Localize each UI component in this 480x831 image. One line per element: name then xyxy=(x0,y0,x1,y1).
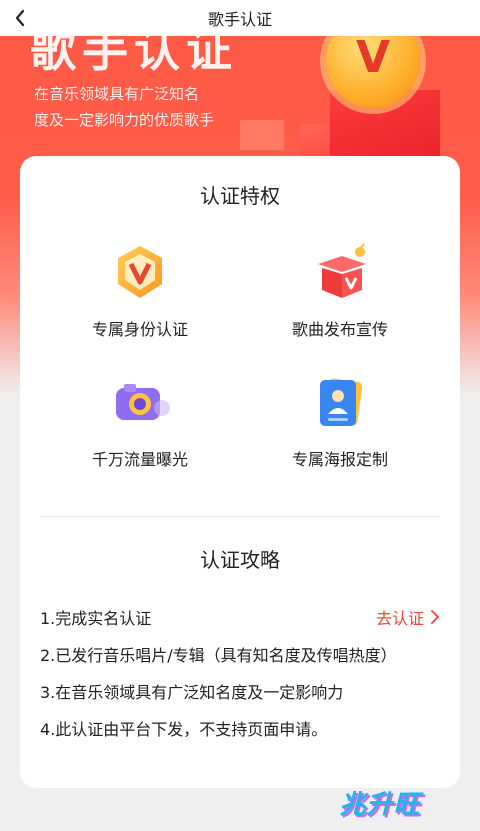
section-divider xyxy=(40,516,440,517)
guide-step-1: 1.完成实名认证 xyxy=(40,609,152,628)
guide-step-2: 2.已发行音乐唱片/专辑（具有知名度及传唱热度） xyxy=(40,646,397,665)
guide-title: 认证攻略 xyxy=(200,548,280,572)
hero-subtitle: 在音乐领域具有广泛知名 度及一定影响力的优质歌手 xyxy=(34,81,254,133)
guide-step-4: 4.此认证由平台下发，不支持页面申请。 xyxy=(40,720,328,739)
privilege-item-promotion: 歌曲发布宣传 xyxy=(240,242,440,340)
privilege-item-exposure: 千万流量曝光 xyxy=(40,372,240,470)
privilege-label: 歌曲发布宣传 xyxy=(291,320,388,339)
page-title: 歌手认证 xyxy=(207,10,272,29)
privilege-label: 专属海报定制 xyxy=(291,450,388,469)
privilege-label: 千万流量曝光 xyxy=(91,450,188,469)
vip-badge-icon xyxy=(110,242,170,302)
content-card: 认证特权 专属身份认证 歌曲发布宣传 千万流量曝光 专属海报定制 认证攻略 1.… xyxy=(20,156,460,788)
watermark-text: 兆升旺 xyxy=(339,789,421,820)
go-verify-label: 去认证 xyxy=(375,609,424,628)
camera-icon xyxy=(110,372,170,432)
poster-icon xyxy=(310,372,370,432)
privilege-item-poster: 专属海报定制 xyxy=(240,372,440,470)
hero-subtitle-line2: 度及一定影响力的优质歌手 xyxy=(34,111,215,129)
gift-box-icon xyxy=(310,242,370,302)
chevron-left-icon xyxy=(15,9,25,27)
chevron-right-icon xyxy=(431,610,439,624)
hero-subtitle-line1: 在音乐领域具有广泛知名 xyxy=(34,85,200,103)
coin-letter: V xyxy=(355,36,391,83)
guide-step-3: 3.在音乐领域具有广泛知名度及一定影响力 xyxy=(40,683,344,702)
privilege-label: 专属身份认证 xyxy=(91,320,188,339)
watermark-logo: 兆升旺 xyxy=(328,782,432,822)
top-bar: 歌手认证 xyxy=(0,0,480,36)
back-button[interactable] xyxy=(10,8,30,28)
decor-block-small xyxy=(240,120,284,150)
privilege-item-identity: 专属身份认证 xyxy=(40,242,240,340)
hero-headline: 歌手认证 xyxy=(30,36,238,77)
privileges-title: 认证特权 xyxy=(200,184,280,208)
go-verify-link[interactable]: 去认证 xyxy=(376,605,440,629)
